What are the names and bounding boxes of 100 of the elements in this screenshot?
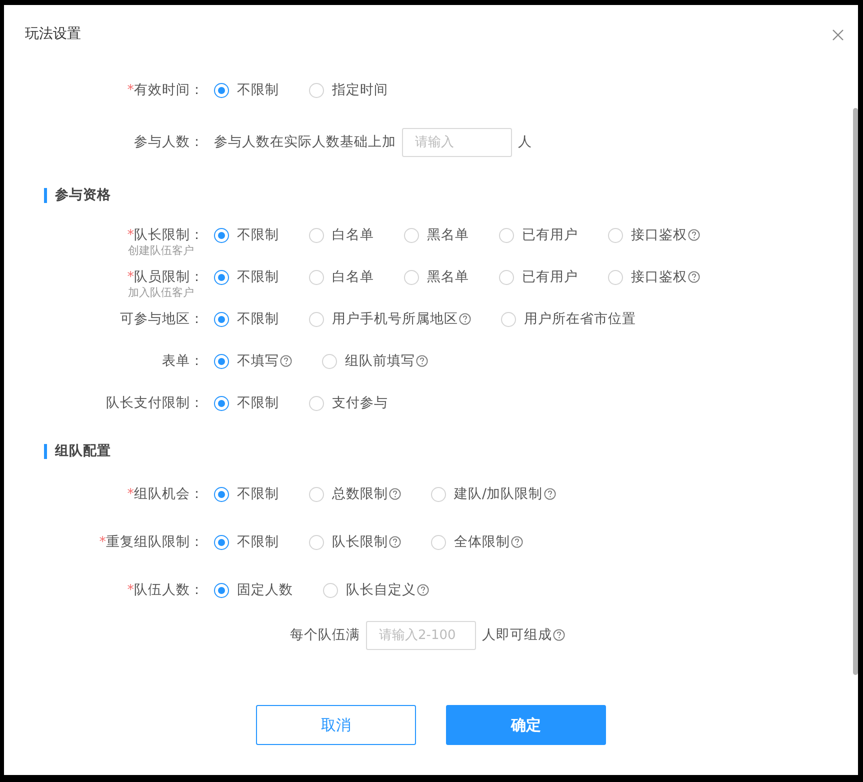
radio-option[interactable]: 不限制 <box>214 80 279 100</box>
radio-button[interactable] <box>214 312 229 326</box>
help-icon[interactable] <box>416 355 428 367</box>
help-icon[interactable] <box>688 271 700 284</box>
help-icon[interactable] <box>280 355 292 367</box>
radio-button[interactable] <box>309 486 324 502</box>
number-input[interactable]: 请输入 <box>402 128 512 156</box>
scrollbar[interactable] <box>853 108 858 675</box>
option-label: 接口鉴权 <box>631 226 687 245</box>
radio-button[interactable] <box>309 82 324 98</box>
radio-option[interactable]: 支付参与 <box>309 392 388 414</box>
radio-option[interactable]: 已有用户 <box>499 225 578 246</box>
radio-option[interactable]: 黑名单 <box>404 267 469 288</box>
option-label: 不限制 <box>237 532 279 552</box>
option-label: 组队前填写 <box>345 352 415 371</box>
radio-button[interactable] <box>501 312 516 326</box>
option-label: 黑名单 <box>427 226 469 245</box>
input-suffix: 人即可组成 <box>482 626 552 645</box>
radio-button[interactable] <box>214 228 229 243</box>
help-icon[interactable] <box>459 313 471 325</box>
number-input[interactable]: 请输入2-100 <box>366 620 476 650</box>
radio-button[interactable] <box>404 270 419 285</box>
help-icon[interactable] <box>389 536 401 548</box>
field-label: 队员限制： <box>134 269 204 285</box>
radio-button[interactable] <box>214 354 229 368</box>
radio-option[interactable]: 不限制 <box>214 484 279 504</box>
help-icon[interactable] <box>688 229 700 242</box>
radio-option[interactable]: 固定人数 <box>214 580 293 600</box>
radio-option[interactable]: 接口鉴权 <box>608 225 700 246</box>
radio-button[interactable] <box>214 82 229 98</box>
dialog-title: 玩法设置 <box>25 25 81 44</box>
radio-option[interactable]: 接口鉴权 <box>608 267 700 288</box>
radio-button[interactable] <box>214 396 229 410</box>
section-marker <box>44 444 47 458</box>
radio-option[interactable]: 白名单 <box>309 225 374 246</box>
input-prefix: 每个队伍满 <box>290 626 360 645</box>
radio-button[interactable] <box>214 534 229 550</box>
option-label: 总数限制 <box>332 484 388 504</box>
radio-button[interactable] <box>309 228 324 243</box>
radio-button[interactable] <box>309 534 324 550</box>
radio-option[interactable]: 不限制 <box>214 392 279 414</box>
radio-option[interactable]: 用户手机号所属地区 <box>309 308 471 330</box>
radio-button[interactable] <box>214 582 229 598</box>
radio-option[interactable]: 白名单 <box>309 267 374 288</box>
radio-option[interactable]: 不限制 <box>214 267 279 288</box>
radio-option[interactable]: 已有用户 <box>499 267 578 288</box>
help-icon[interactable] <box>553 629 565 641</box>
radio-option[interactable]: 全体限制 <box>431 532 523 552</box>
required-mark: * <box>127 227 134 243</box>
required-mark: * <box>99 534 106 550</box>
option-label: 固定人数 <box>237 580 293 600</box>
field-hint: 加入队伍客户 <box>128 286 194 300</box>
radio-option[interactable]: 不限制 <box>214 532 279 552</box>
option-label: 不限制 <box>237 310 279 329</box>
radio-button[interactable] <box>214 270 229 285</box>
close-icon[interactable] <box>832 28 844 40</box>
radio-button[interactable] <box>431 486 446 502</box>
option-label: 不限制 <box>237 268 279 287</box>
section-heading: 组队配置 <box>55 442 111 461</box>
field-label: 队伍人数： <box>134 582 204 598</box>
field-label: 有效时间： <box>134 82 204 98</box>
field-label: 表单： <box>162 353 204 369</box>
radio-button[interactable] <box>431 534 446 550</box>
radio-option[interactable]: 组队前填写 <box>322 350 428 372</box>
help-icon[interactable] <box>417 584 429 596</box>
field-label: 参与人数： <box>134 134 204 150</box>
radio-option[interactable]: 不填写 <box>214 350 292 372</box>
radio-button[interactable] <box>214 486 229 502</box>
radio-button[interactable] <box>309 270 324 285</box>
radio-button[interactable] <box>499 228 514 243</box>
radio-option[interactable]: 不限制 <box>214 225 279 246</box>
field-label: 重复组队限制： <box>106 534 204 550</box>
option-label: 已有用户 <box>522 268 578 287</box>
radio-button[interactable] <box>608 228 623 243</box>
help-icon[interactable] <box>389 488 401 500</box>
radio-button[interactable] <box>322 354 337 368</box>
required-mark: * <box>127 269 134 285</box>
radio-button[interactable] <box>608 270 623 285</box>
radio-option[interactable]: 用户所在省市位置 <box>501 308 636 330</box>
radio-option[interactable]: 指定时间 <box>309 80 388 100</box>
radio-button[interactable] <box>323 582 338 598</box>
help-icon[interactable] <box>544 488 556 500</box>
radio-option[interactable]: 队长限制 <box>309 532 401 552</box>
input-prefix: 参与人数在实际人数基础上加 <box>214 132 396 152</box>
radio-option[interactable]: 不限制 <box>214 308 279 330</box>
radio-option[interactable]: 总数限制 <box>309 484 401 504</box>
radio-option[interactable]: 队长自定义 <box>323 580 429 600</box>
radio-button[interactable] <box>309 312 324 326</box>
option-label: 接口鉴权 <box>631 268 687 287</box>
help-icon[interactable] <box>511 536 523 548</box>
option-label: 不限制 <box>237 394 279 413</box>
radio-button[interactable] <box>499 270 514 285</box>
radio-button[interactable] <box>309 396 324 410</box>
option-label: 不限制 <box>237 226 279 245</box>
radio-option[interactable]: 黑名单 <box>404 225 469 246</box>
radio-button[interactable] <box>404 228 419 243</box>
radio-option[interactable]: 建队/加队限制 <box>431 484 556 504</box>
required-mark: * <box>127 82 134 98</box>
field-label: 队长限制： <box>134 227 204 243</box>
section-heading: 参与资格 <box>55 186 111 205</box>
